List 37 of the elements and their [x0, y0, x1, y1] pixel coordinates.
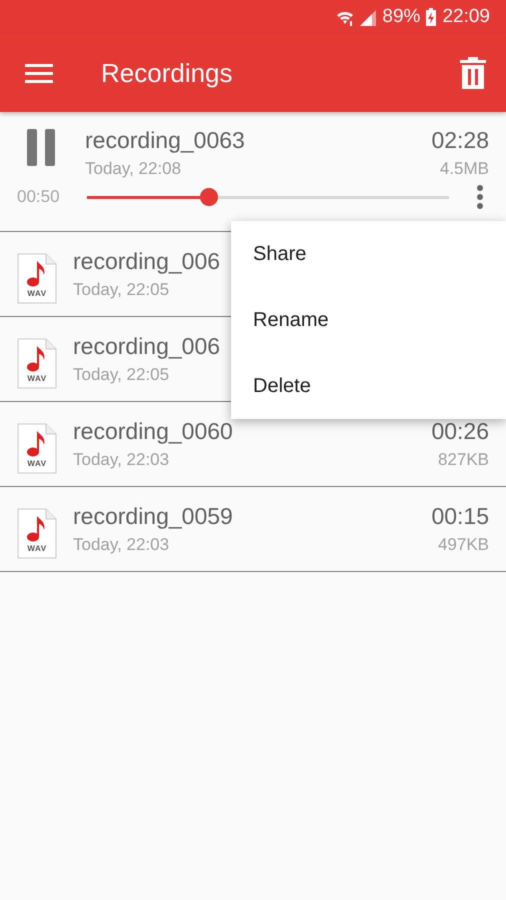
battery-percent: 89% — [382, 6, 420, 28]
recording-date: Today, 22:03 — [73, 535, 170, 555]
file-type-label: WAV — [26, 459, 48, 468]
menu-button[interactable] — [25, 64, 53, 82]
music-file-icon — [17, 508, 57, 559]
music-file-icon — [17, 423, 57, 474]
playback-position: 00:50 — [17, 187, 61, 207]
recording-name: recording_0063 — [85, 127, 246, 154]
pause-icon — [27, 129, 55, 166]
recording-date: Today, 22:08 — [85, 159, 182, 179]
file-type-label: WAV — [26, 374, 48, 383]
recording-size: 4.5MB — [440, 159, 489, 179]
music-file-icon — [17, 253, 57, 304]
more-icon — [477, 185, 483, 209]
screen-title: Recordings — [101, 58, 234, 88]
signal-icon — [360, 8, 376, 26]
recording-duration: 02:28 — [431, 127, 489, 154]
delete-button[interactable] — [460, 57, 486, 89]
recording-name: recording_0060 — [73, 418, 233, 445]
file-type-label: WAV — [26, 544, 48, 553]
file-type-label: WAV — [26, 289, 48, 298]
recording-duration: 00:26 — [431, 418, 489, 445]
clock-time: 22:09 — [442, 6, 490, 28]
seek-handle[interactable] — [200, 188, 218, 206]
recording-size: 827KB — [438, 450, 489, 470]
recording-name: recording_006 — [73, 248, 220, 275]
recording-name: recording_006 — [73, 333, 220, 360]
recording-name: recording_0059 — [73, 503, 233, 530]
recording-date: Today, 22:05 — [73, 365, 170, 385]
recording-date: Today, 22:03 — [73, 450, 170, 470]
recording-size: 497KB — [438, 535, 489, 555]
recording-date: Today, 22:05 — [73, 280, 170, 300]
recording-duration: 00:15 — [431, 503, 489, 530]
trash-icon — [460, 57, 486, 89]
battery-charging-icon — [426, 8, 436, 26]
menu-icon — [25, 64, 53, 82]
music-file-icon — [17, 338, 57, 389]
